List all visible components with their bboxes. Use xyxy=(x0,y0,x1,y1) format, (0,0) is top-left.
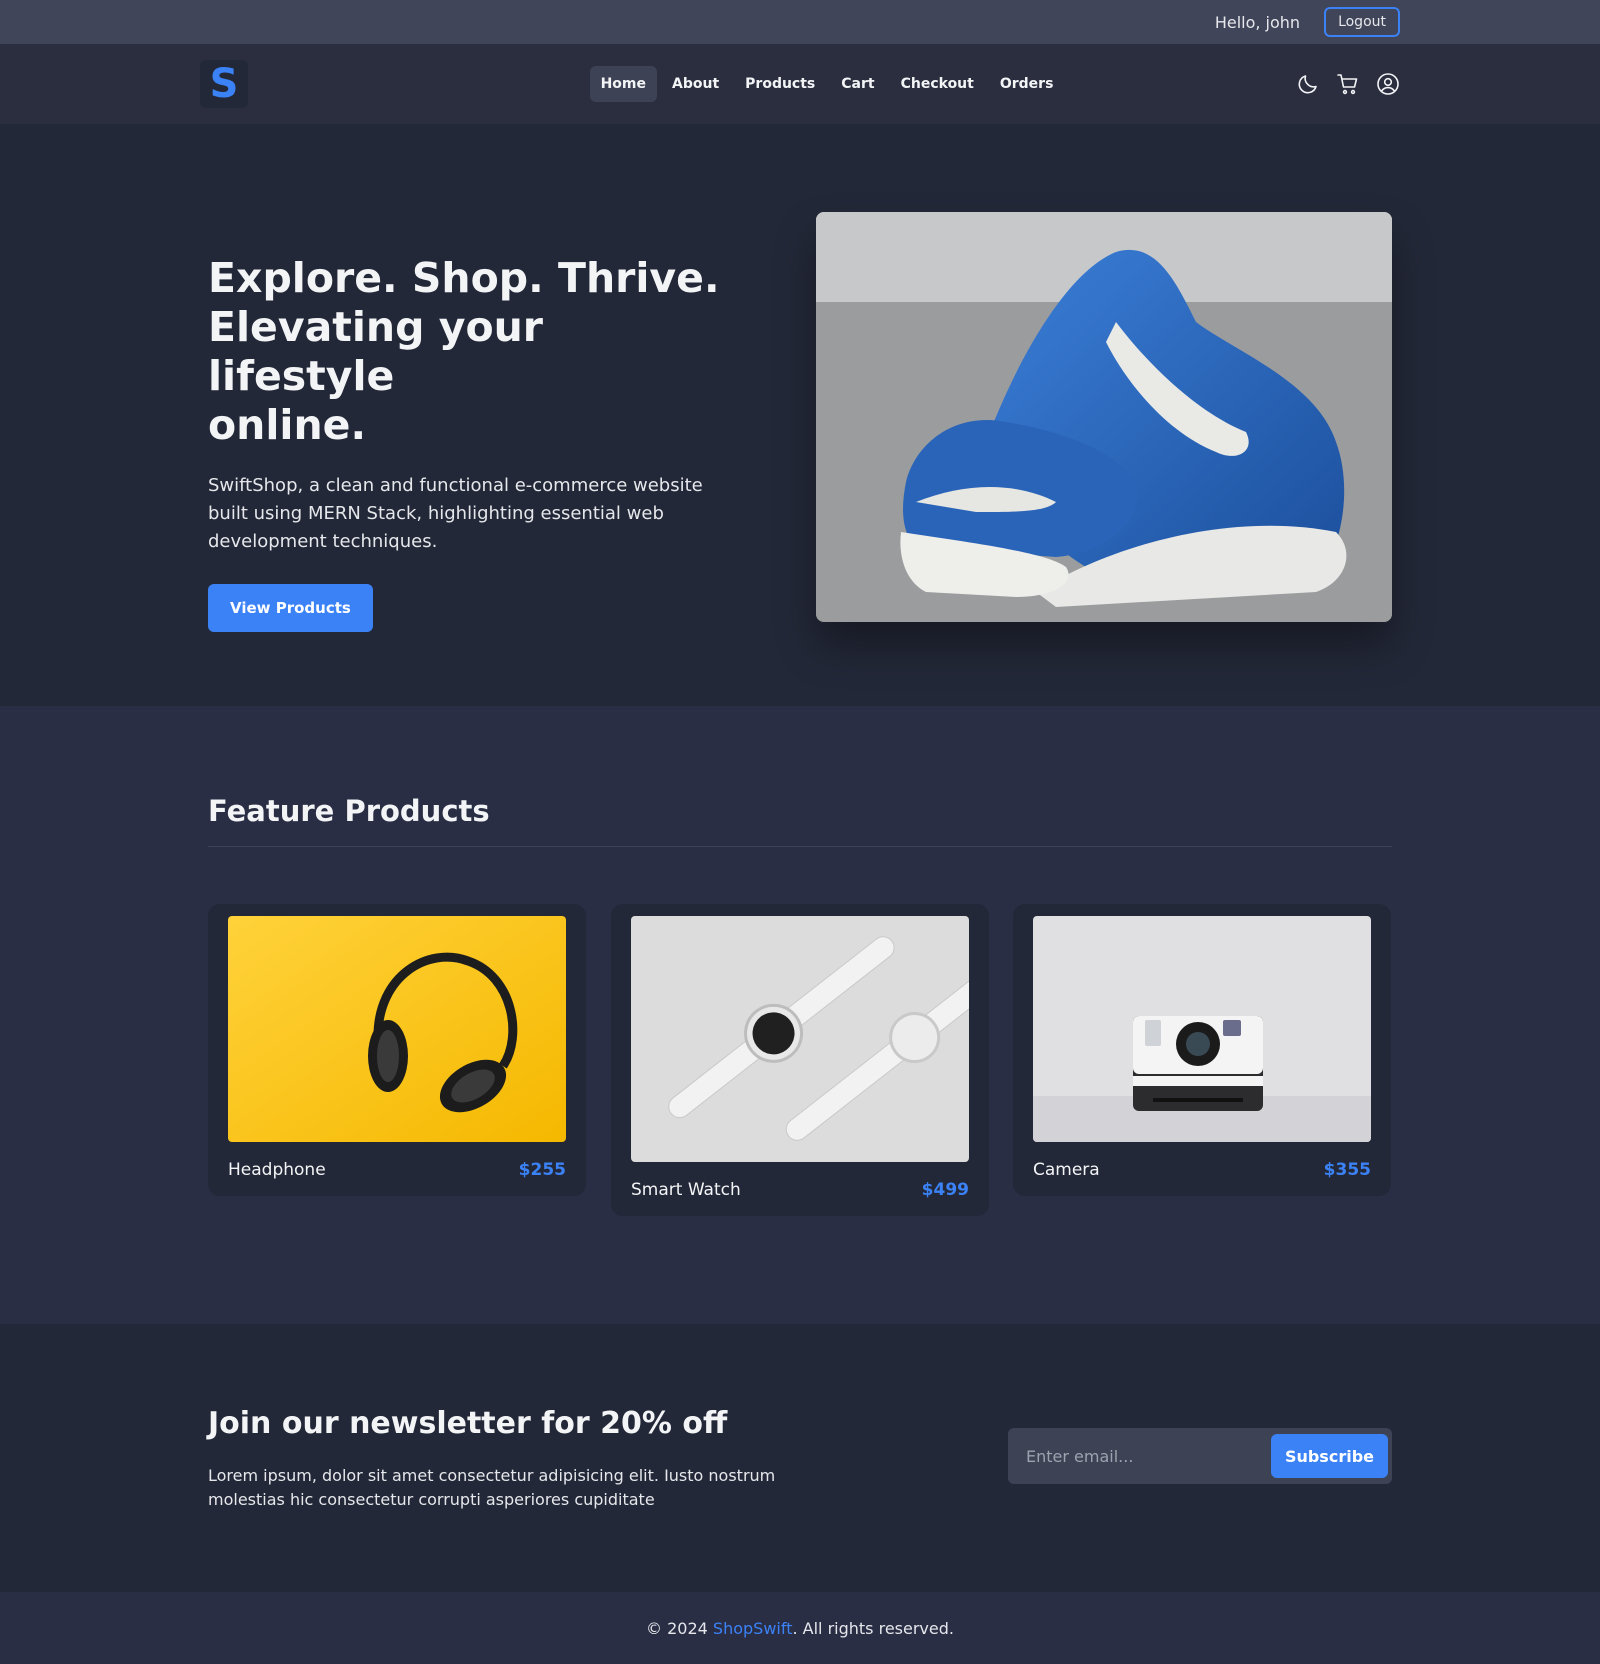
greeting-text: Hello, john xyxy=(1214,12,1301,32)
newsletter-description: Lorem ipsum, dolor sit amet consectetur … xyxy=(208,1466,776,1509)
hero-title-line: Elevating your lifestyle xyxy=(208,303,544,400)
copyright-suffix: . All rights reserved. xyxy=(792,1618,954,1638)
nav-products[interactable]: Products xyxy=(734,66,826,102)
product-card-camera[interactable]: Camera $355 xyxy=(1013,904,1391,1196)
featured-title: Feature Products xyxy=(208,794,490,828)
hero-title-line: online. xyxy=(208,401,367,449)
navbar: S Home About Products Cart Checkout Orde… xyxy=(0,44,1600,124)
product-price: $499 xyxy=(921,1180,969,1200)
product-image-smart-watch[interactable] xyxy=(631,916,969,1162)
view-products-button[interactable]: View Products xyxy=(208,584,373,632)
product-name: Headphone xyxy=(228,1160,326,1180)
product-info: Headphone $255 xyxy=(228,1160,566,1180)
hero-section: Explore. Shop. Thrive. Elevating your li… xyxy=(0,124,1600,706)
newsletter-section: Join our newsletter for 20% off Lorem ip… xyxy=(0,1324,1600,1592)
product-name: Smart Watch xyxy=(631,1180,741,1200)
hero-description: SwiftShop, a clean and functional e-comm… xyxy=(208,475,703,552)
email-input[interactable] xyxy=(1026,1446,1271,1466)
product-image-headphone[interactable] xyxy=(228,916,566,1142)
newsletter-title: Join our newsletter for 20% off xyxy=(208,1406,728,1441)
copyright-prefix: © 2024 xyxy=(646,1618,708,1638)
hero-title-line: Explore. Shop. Thrive. xyxy=(208,254,720,302)
product-card-headphone[interactable]: Headphone $255 xyxy=(208,904,586,1196)
product-name: Camera xyxy=(1033,1160,1100,1180)
product-card-smart-watch[interactable]: Smart Watch $499 xyxy=(611,904,989,1216)
nav-home[interactable]: Home xyxy=(589,66,658,102)
moon-icon[interactable] xyxy=(1296,72,1320,96)
hero-text: Explore. Shop. Thrive. Elevating your li… xyxy=(208,254,728,632)
cart-icon[interactable] xyxy=(1336,72,1360,96)
nav-about[interactable]: About xyxy=(661,66,730,102)
product-price: $355 xyxy=(1323,1160,1371,1180)
footer: © 2024 ShopSwift. All rights reserved. xyxy=(0,1592,1600,1664)
main-nav: Home About Products Cart Checkout Orders xyxy=(589,66,1065,102)
footer-brand-link[interactable]: ShopSwift xyxy=(713,1619,793,1638)
product-price: $255 xyxy=(518,1160,566,1180)
hero-title: Explore. Shop. Thrive. Elevating your li… xyxy=(208,254,728,450)
nav-cart[interactable]: Cart xyxy=(830,66,885,102)
subscribe-button[interactable]: Subscribe xyxy=(1270,1434,1388,1478)
featured-products-section: Feature Products Headphone $255 Smart Wa… xyxy=(0,706,1600,1324)
top-bar: Hello, john Logout xyxy=(0,0,1600,44)
logout-button[interactable]: Logout xyxy=(1324,7,1400,37)
newsletter-form: Subscribe xyxy=(1008,1428,1392,1484)
nav-icons xyxy=(1296,72,1400,96)
divider xyxy=(208,846,1392,847)
product-image-camera[interactable] xyxy=(1033,916,1371,1142)
product-info: Camera $355 xyxy=(1033,1160,1371,1180)
hero-sneaker-image xyxy=(816,212,1392,622)
user-circle-icon[interactable] xyxy=(1376,72,1400,96)
nav-orders[interactable]: Orders xyxy=(989,66,1065,102)
logo[interactable]: S xyxy=(200,60,248,108)
nav-checkout[interactable]: Checkout xyxy=(890,66,985,102)
product-info: Smart Watch $499 xyxy=(631,1180,969,1200)
